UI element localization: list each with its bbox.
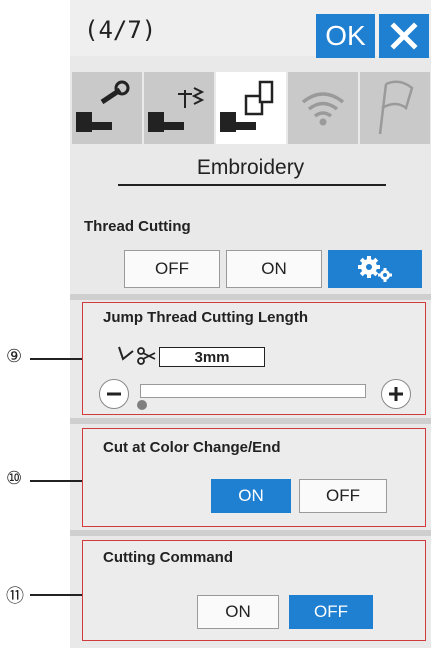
tab-common-settings[interactable] [72,72,142,144]
cut-length-value: 3mm [159,347,265,367]
embroidery-hoop-icon [220,80,274,132]
callout-line-11 [30,594,82,596]
cutting-command-on-button[interactable]: ON [197,595,279,629]
thread-cutting-settings-button[interactable] [328,250,422,288]
tab-wireless-settings[interactable] [288,72,358,144]
slider-handle[interactable] [137,400,147,410]
section-separator [70,418,431,424]
callout-11: ⑪ [6,586,24,606]
jump-stitch-scissors-icon [118,346,156,365]
cut-length-slider[interactable] [140,384,366,398]
section-title: Embroidery [196,156,305,179]
flag-icon [378,80,414,135]
thread-cutting-label: Thread Cutting [84,218,191,235]
jump-thread-title: Jump Thread Cutting Length [103,309,308,326]
jump-thread-panel: Jump Thread Cutting Length 3mm [82,302,426,415]
cutting-command-off-button[interactable]: OFF [289,595,373,629]
title-underline [118,184,386,186]
tab-sewing-settings[interactable] [144,72,214,144]
minus-icon [107,392,121,396]
section-separator [70,294,431,300]
section-separator [70,530,431,536]
cutting-command-panel: Cutting Command ON OFF [82,540,426,641]
wifi-icon [301,92,345,126]
gears-icon [358,256,392,282]
callout-10: ⑩ [6,468,23,488]
page-indicator: (4/7) [84,16,157,44]
color-change-title: Cut at Color Change/End [103,439,281,456]
color-change-off-button[interactable]: OFF [299,479,387,513]
ok-button[interactable]: OK [316,14,375,58]
thread-cutting-off-button[interactable]: OFF [124,250,220,288]
callout-line-10 [30,480,82,482]
close-icon [390,22,418,50]
color-change-panel: Cut at Color Change/End ON OFF [82,428,426,527]
plus-icon [389,387,403,401]
stitch-icon [148,87,205,132]
decrease-button[interactable] [99,379,129,409]
tab-embroidery-settings[interactable] [216,72,286,144]
increase-button[interactable] [381,379,411,409]
callout-9: ⑨ [6,346,23,366]
callout-line-9 [30,358,82,360]
thread-cutting-on-button[interactable]: ON [226,250,322,288]
color-change-on-button[interactable]: ON [211,479,291,513]
close-button[interactable] [379,14,429,58]
cutting-command-title: Cutting Command [103,549,233,566]
tab-language-settings[interactable] [360,72,430,144]
wrench-icon [76,80,130,132]
settings-tabs [70,72,431,144]
